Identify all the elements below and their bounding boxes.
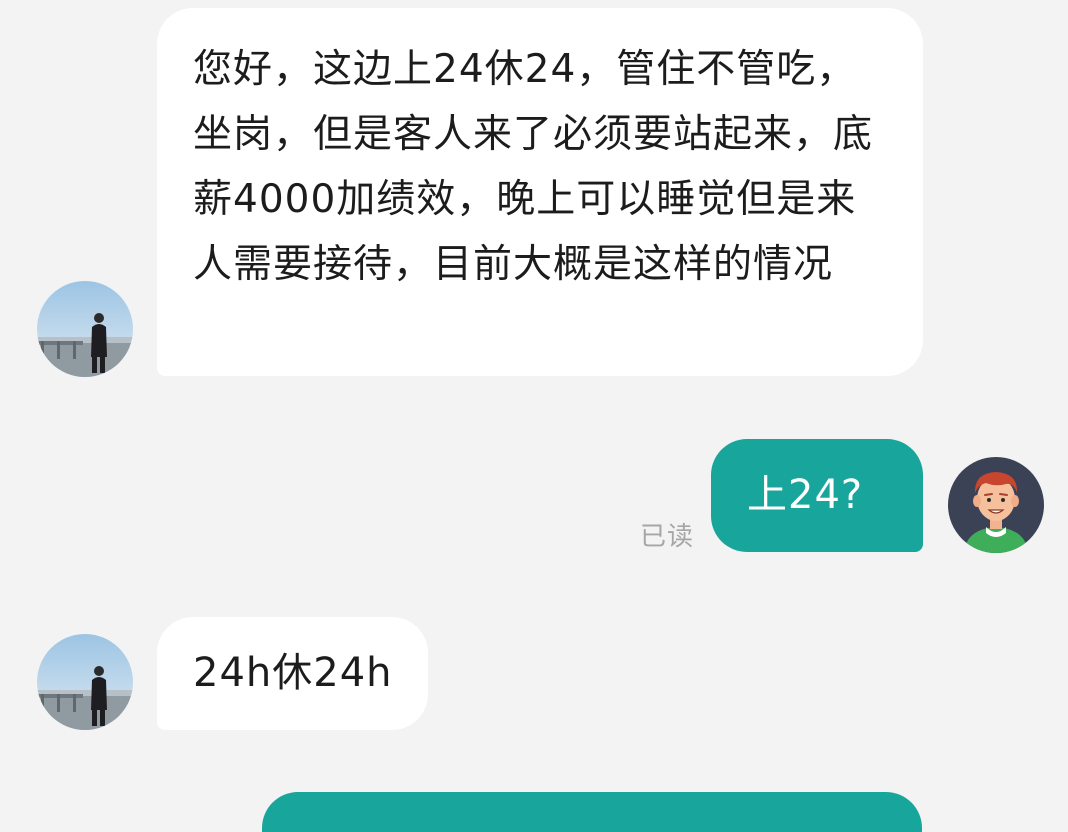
contact-avatar[interactable] (37, 281, 133, 377)
message-bubble-incoming[interactable]: 24h休24h (157, 617, 428, 730)
chat-message-list[interactable]: 您好，这边上24休24，管住不管吃，坐岗，但是客人来了必须要站起来，底薪4000… (0, 0, 1068, 832)
message-bubble-incoming[interactable]: 您好，这边上24休24，管住不管吃，坐岗，但是客人来了必须要站起来，底薪4000… (157, 8, 923, 376)
contact-avatar-photo-icon (37, 634, 133, 730)
message-bubble-outgoing[interactable]: 上24? (711, 439, 923, 552)
contact-avatar[interactable] (37, 634, 133, 730)
message-text: 您好，这边上24休24，管住不管吃，坐岗，但是客人来了必须要站起来，底薪4000… (193, 47, 874, 287)
my-avatar[interactable] (948, 457, 1044, 553)
message-bubble-outgoing-partial[interactable] (262, 792, 922, 832)
message-text: 24h休24h (193, 650, 393, 696)
my-avatar-cartoon-icon (948, 457, 1044, 553)
message-text: 上24? (747, 472, 864, 518)
contact-avatar-photo-icon (37, 281, 133, 377)
read-status: 已读 (640, 522, 695, 552)
